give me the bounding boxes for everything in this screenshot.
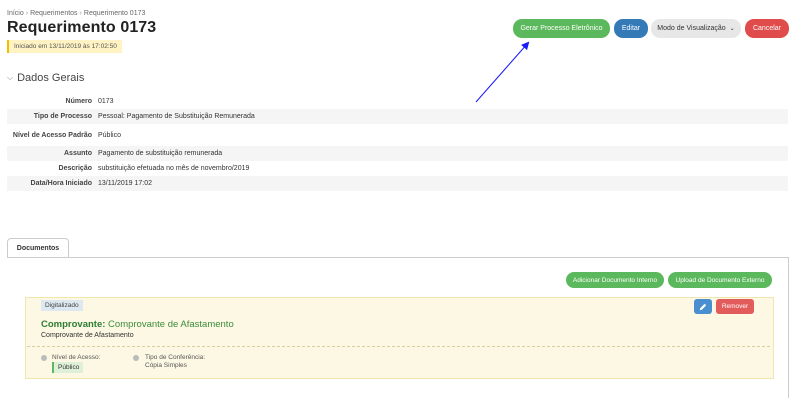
detail-value: 13/11/2019 17:02	[98, 180, 152, 187]
breadcrumb-current: Requerimento 0173	[83, 10, 146, 17]
remove-document-button[interactable]: Remover	[716, 299, 754, 314]
document-card	[25, 297, 774, 379]
detail-row-descricao: Descrição substituição efetuada no mês d…	[7, 161, 788, 176]
conference-type-label: Tipo de Conferência:	[145, 354, 206, 361]
breadcrumb-requerimentos[interactable]: Requerimentos	[30, 10, 77, 17]
edit-document-button[interactable]	[694, 299, 712, 314]
detail-label: Data/Hora Iniciado	[30, 180, 92, 187]
detail-row-numero: Número 0173	[7, 94, 788, 109]
access-level-label: Nível de Acesso:	[52, 354, 101, 361]
detail-label: Número	[65, 98, 92, 105]
bullet-icon	[133, 355, 139, 361]
detail-value: Pessoal: Pagamento de Substituição Remun…	[98, 113, 255, 120]
conference-type-value: Cópia Simples	[145, 362, 187, 369]
detail-value: substituição efetuada no mês de novembro…	[98, 165, 250, 172]
document-subtitle: Comprovante de Afastamento	[41, 332, 134, 339]
digitalized-tag: Digitalizado	[41, 300, 83, 311]
chevron-down-icon: ⌄	[729, 26, 735, 32]
tab-documentos[interactable]: Documentos	[7, 238, 69, 258]
detail-value: Público	[98, 131, 121, 139]
started-badge: Iniciado em 13/11/2019 às 17:02:50	[7, 40, 122, 53]
generate-process-button[interactable]: Gerar Processo Eletrônico	[513, 19, 610, 38]
pencil-icon	[699, 303, 707, 310]
section-dados-gerais-toggle[interactable]: ⌵ Dados Gerais	[7, 72, 84, 84]
edit-button[interactable]: Editar	[614, 19, 648, 38]
breadcrumb: Início › Requerimentos › Requerimento 0173	[7, 10, 146, 17]
detail-row-assunto: Assunto Pagamento de substituição remune…	[7, 146, 788, 161]
document-type-label: Comprovante:	[41, 319, 106, 330]
detail-row-data: Data/Hora Iniciado 13/11/2019 17:02	[7, 176, 788, 191]
detail-row-tipo: Tipo de Processo Pessoal: Pagamento de S…	[7, 109, 788, 124]
section-title: Dados Gerais	[17, 72, 85, 84]
detail-label: Nível de Acesso Padrão	[12, 131, 92, 139]
chevron-down-icon: ⌵	[7, 73, 14, 82]
card-divider	[27, 346, 770, 347]
document-type-value: Comprovante de Afastamento	[108, 319, 234, 330]
detail-label: Assunto	[64, 150, 92, 157]
detail-label: Tipo de Processo	[33, 113, 92, 120]
bullet-icon	[41, 355, 47, 361]
add-internal-document-button[interactable]: Adicionar Documento Interno	[566, 272, 664, 288]
view-mode-label: Modo de Visualização	[657, 25, 726, 32]
detail-row-nivel: Nível de Acesso Padrão Público	[7, 124, 788, 146]
detail-value: 0173	[98, 98, 114, 105]
document-title: Comprovante: Comprovante de Afastamento	[41, 319, 234, 330]
view-mode-dropdown[interactable]: Modo de Visualização ⌄	[651, 19, 741, 38]
detail-label: Descrição	[58, 165, 92, 172]
details-table: Número 0173 Tipo de Processo Pessoal: Pa…	[7, 94, 788, 191]
detail-value: Pagamento de substituição remunerada	[98, 150, 223, 157]
cancel-button[interactable]: Cancelar	[745, 19, 789, 38]
access-level-value: Público	[52, 362, 84, 373]
upload-external-document-button[interactable]: Upload de Documento Externo	[668, 272, 772, 288]
breadcrumb-home[interactable]: Início	[7, 10, 24, 17]
page-title: Requerimento 0173	[7, 19, 157, 36]
